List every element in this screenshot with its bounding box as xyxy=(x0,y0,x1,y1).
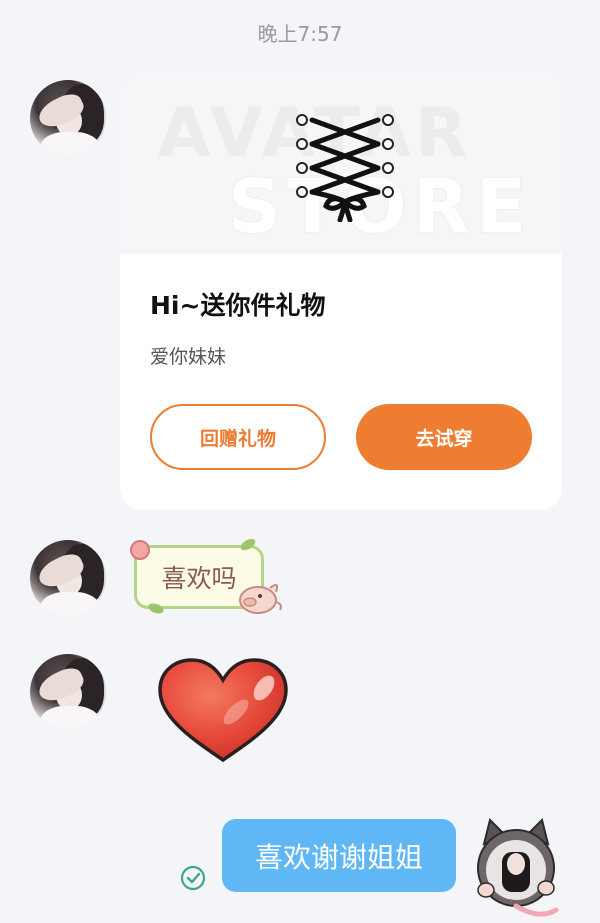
contact-avatar[interactable] xyxy=(30,540,106,616)
pig-icon xyxy=(239,583,282,614)
try-on-button[interactable]: 去试穿 xyxy=(356,404,532,470)
sticker-text: 喜欢吗 xyxy=(161,564,237,593)
my-avatar[interactable] xyxy=(470,816,562,920)
gift-card-title: Hi~送你件礼物 xyxy=(150,291,326,320)
contact-avatar[interactable] xyxy=(30,654,106,730)
message-timestamp: 晚上7:57 xyxy=(257,22,343,46)
heart-sticker-icon[interactable] xyxy=(154,654,292,766)
my-message-text: 喜欢谢谢姐姐 xyxy=(254,840,423,874)
flower-icon xyxy=(130,540,150,560)
gift-card-banner: AVATAR STORE xyxy=(120,72,562,254)
gift-card[interactable]: AVATAR STORE Hi~送你件礼物 爱你妹妹 回赠礼物 去试穿 xyxy=(120,72,562,510)
return-gift-button[interactable]: 回赠礼物 xyxy=(150,404,326,470)
contact-avatar[interactable] xyxy=(30,80,106,156)
my-message-bubble[interactable]: 喜欢谢谢姐姐 xyxy=(222,819,456,892)
message-sent-check-icon xyxy=(180,865,206,891)
corset-lace-icon xyxy=(296,114,394,222)
gift-card-subtitle: 爱你妹妹 xyxy=(150,346,227,368)
